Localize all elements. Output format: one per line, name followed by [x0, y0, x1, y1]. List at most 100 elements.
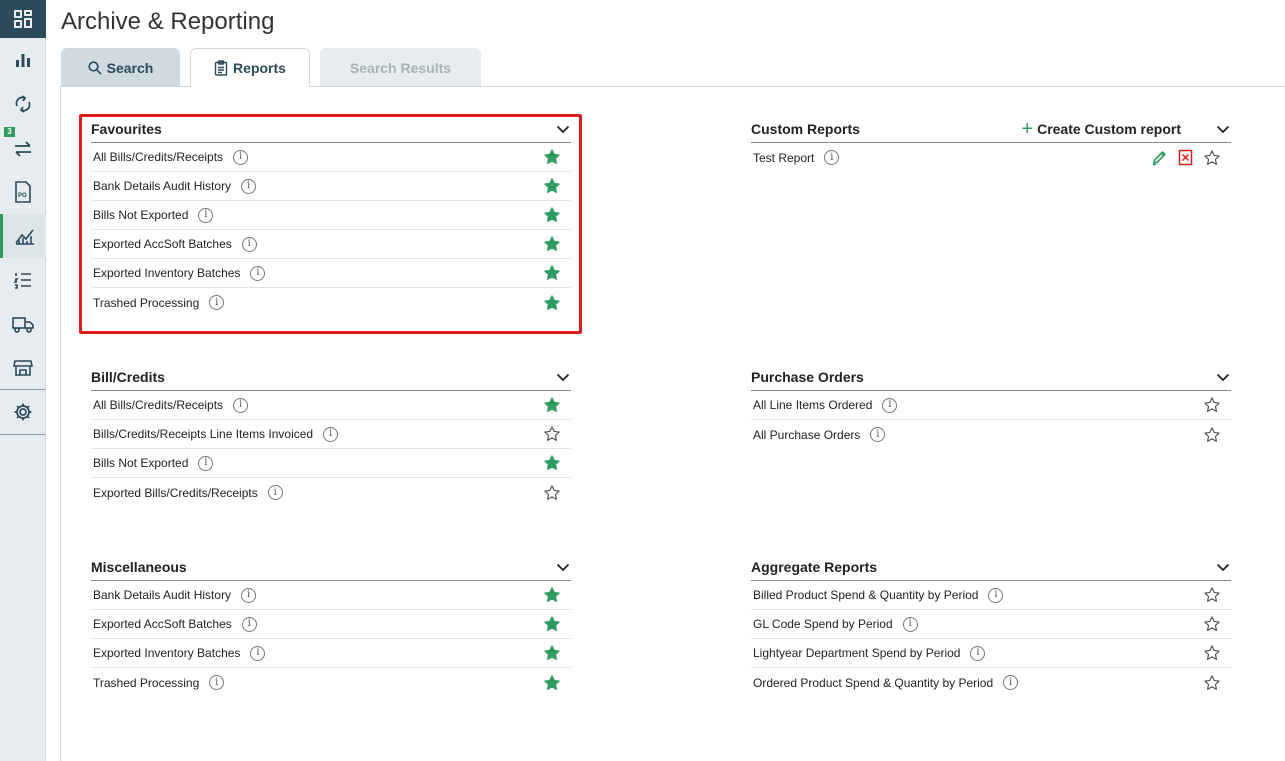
report-row[interactable]: Exported Inventory Batches i — [91, 639, 571, 668]
report-link[interactable]: Exported Bills/Credits/Receipts — [93, 486, 258, 500]
report-row[interactable]: All Purchase Orders i — [751, 420, 1231, 449]
info-icon[interactable]: i — [233, 149, 249, 165]
star-outline-icon[interactable] — [1203, 149, 1221, 167]
report-link[interactable]: Bills/Credits/Receipts Line Items Invoic… — [93, 427, 313, 441]
info-icon[interactable]: i — [209, 295, 225, 310]
report-row[interactable]: GL Code Spend by Period i — [751, 610, 1231, 639]
report-row[interactable]: Bank Details Audit History i — [91, 172, 571, 201]
purchase-orders-header[interactable]: Purchase Orders — [751, 364, 1231, 391]
sidebar-item-charts[interactable] — [0, 38, 46, 82]
star-outline-icon[interactable] — [1203, 586, 1221, 604]
report-link[interactable]: Ordered Product Spend & Quantity by Peri… — [753, 676, 993, 690]
report-link[interactable]: Test Report — [753, 151, 814, 165]
report-row[interactable]: Bills Not Exported i — [91, 449, 571, 478]
info-icon[interactable]: i — [267, 485, 283, 500]
info-icon[interactable]: i — [970, 645, 986, 661]
info-icon[interactable]: i — [902, 616, 918, 632]
chevron-down-icon[interactable] — [1215, 121, 1231, 137]
report-link[interactable]: All Purchase Orders — [753, 428, 860, 442]
sidebar-item-analytics[interactable] — [0, 214, 46, 258]
report-row[interactable]: Test Report i — [751, 143, 1231, 172]
report-row[interactable]: Lightyear Department Spend by Period i — [751, 639, 1231, 668]
report-link[interactable]: All Bills/Credits/Receipts — [93, 150, 223, 164]
sidebar-item-list[interactable] — [0, 258, 46, 302]
star-filled-icon[interactable] — [543, 206, 561, 224]
report-link[interactable]: Bills Not Exported — [93, 208, 188, 222]
report-row[interactable]: Exported AccSoft Batches i — [91, 230, 571, 259]
sidebar-item-sync[interactable] — [0, 82, 46, 126]
info-icon[interactable]: i — [233, 397, 249, 413]
chevron-down-icon[interactable] — [1215, 559, 1231, 575]
miscellaneous-header[interactable]: Miscellaneous — [91, 554, 571, 581]
report-row[interactable]: Bills/Credits/Receipts Line Items Invoic… — [91, 420, 571, 449]
pencil-icon[interactable] — [1151, 149, 1168, 166]
sidebar-item-dashboard[interactable] — [0, 0, 46, 38]
report-row[interactable]: Exported AccSoft Batches i — [91, 610, 571, 639]
report-row[interactable]: Exported Inventory Batches i — [91, 259, 571, 288]
info-icon[interactable]: i — [882, 397, 898, 413]
star-outline-icon[interactable] — [1203, 615, 1221, 633]
report-link[interactable]: Exported Inventory Batches — [93, 646, 240, 660]
tab-search-results[interactable]: Search Results — [320, 48, 481, 87]
info-icon[interactable]: i — [323, 426, 339, 442]
report-link[interactable]: Bank Details Audit History — [93, 588, 231, 602]
report-link[interactable]: Billed Product Spend & Quantity by Perio… — [753, 588, 978, 602]
favourites-header[interactable]: Favourites — [91, 116, 571, 143]
report-link[interactable]: Exported Inventory Batches — [93, 266, 240, 280]
star-filled-icon[interactable] — [543, 644, 561, 662]
report-row[interactable]: Bank Details Audit History i — [91, 581, 571, 610]
star-outline-icon[interactable] — [1203, 644, 1221, 662]
report-link[interactable]: All Bills/Credits/Receipts — [93, 398, 223, 412]
star-outline-icon[interactable] — [1203, 396, 1221, 414]
tab-search[interactable]: Search — [61, 48, 180, 87]
report-row[interactable]: Ordered Product Spend & Quantity by Peri… — [751, 668, 1231, 697]
star-filled-icon[interactable] — [543, 177, 561, 195]
star-filled-icon[interactable] — [543, 235, 561, 253]
chevron-down-icon[interactable] — [555, 559, 571, 575]
info-icon[interactable]: i — [250, 645, 266, 661]
chevron-down-icon[interactable] — [555, 121, 571, 137]
report-link[interactable]: Exported AccSoft Batches — [93, 617, 232, 631]
info-icon[interactable]: i — [241, 236, 257, 252]
info-icon[interactable]: i — [1003, 675, 1019, 690]
star-filled-icon[interactable] — [543, 454, 561, 472]
report-link[interactable]: Trashed Processing — [93, 676, 199, 690]
aggregate-reports-header[interactable]: Aggregate Reports — [751, 554, 1231, 581]
delete-icon[interactable] — [1178, 149, 1193, 166]
sidebar-item-purchase-orders[interactable]: PO — [0, 170, 46, 214]
star-filled-icon[interactable] — [543, 615, 561, 633]
sidebar-item-store[interactable] — [0, 346, 46, 390]
star-filled-icon[interactable] — [543, 148, 561, 166]
report-link[interactable]: Exported AccSoft Batches — [93, 237, 232, 251]
report-row[interactable]: Billed Product Spend & Quantity by Perio… — [751, 581, 1231, 610]
report-row[interactable]: All Line Items Ordered i — [751, 391, 1231, 420]
info-icon[interactable]: i — [198, 455, 214, 471]
star-outline-icon[interactable] — [543, 425, 561, 443]
star-outline-icon[interactable] — [1203, 674, 1221, 692]
sidebar-item-delivery[interactable] — [0, 302, 46, 346]
report-row[interactable]: Exported Bills/Credits/Receipts i — [91, 478, 571, 507]
info-icon[interactable]: i — [250, 265, 266, 281]
info-icon[interactable]: i — [198, 207, 214, 223]
info-icon[interactable]: i — [870, 427, 886, 442]
report-link[interactable]: Bank Details Audit History — [93, 179, 231, 193]
report-link[interactable]: Bills Not Exported — [93, 456, 188, 470]
info-icon[interactable]: i — [241, 587, 257, 603]
report-row[interactable]: All Bills/Credits/Receipts i — [91, 143, 571, 172]
star-filled-icon[interactable] — [543, 294, 561, 312]
star-outline-icon[interactable] — [543, 484, 561, 502]
create-custom-report-button[interactable]: + Create Custom report — [1021, 119, 1181, 139]
report-row[interactable]: All Bills/Credits/Receipts i — [91, 391, 571, 420]
sidebar-item-settings[interactable] — [0, 390, 46, 434]
chevron-down-icon[interactable] — [555, 369, 571, 385]
report-row[interactable]: Trashed Processing i — [91, 288, 571, 317]
report-link[interactable]: Trashed Processing — [93, 296, 199, 310]
report-link[interactable]: All Line Items Ordered — [753, 398, 872, 412]
bill-credits-header[interactable]: Bill/Credits — [91, 364, 571, 391]
report-row[interactable]: Bills Not Exported i — [91, 201, 571, 230]
info-icon[interactable]: i — [988, 587, 1004, 603]
star-outline-icon[interactable] — [1203, 426, 1221, 444]
star-filled-icon[interactable] — [543, 674, 561, 692]
report-link[interactable]: GL Code Spend by Period — [753, 617, 893, 631]
info-icon[interactable]: i — [241, 178, 257, 194]
